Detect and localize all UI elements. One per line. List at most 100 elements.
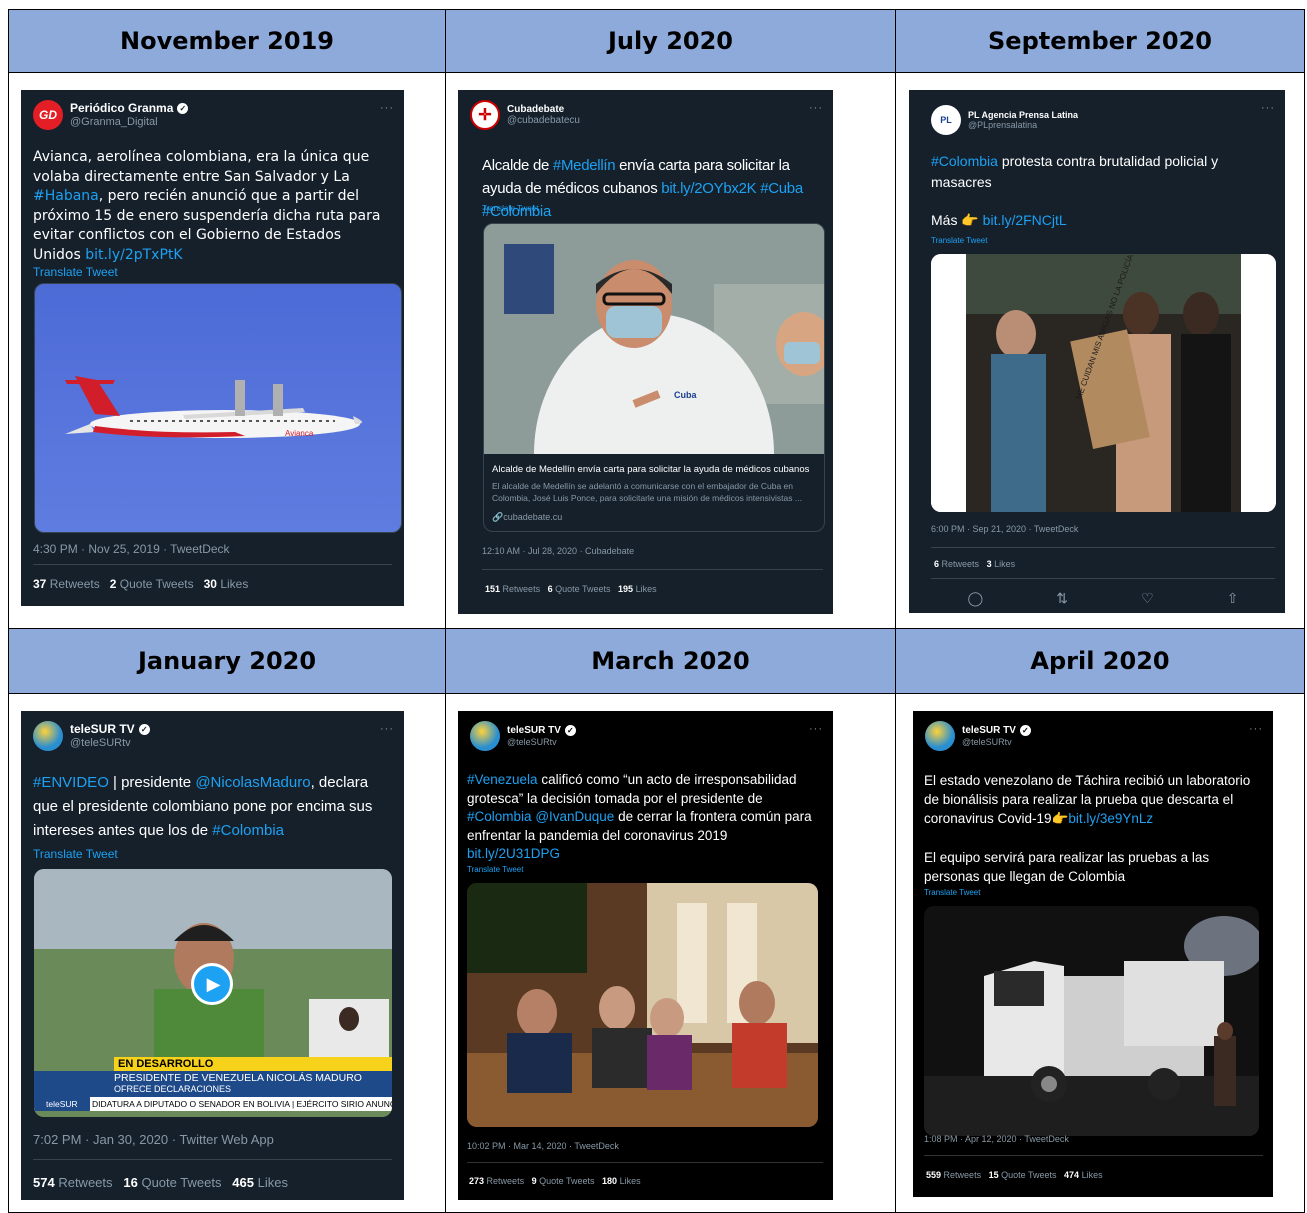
tweet-timestamp[interactable]: 4:30 PM · Nov 25, 2019 · TweetDeck bbox=[33, 542, 230, 556]
more-icon[interactable]: ··· bbox=[380, 102, 394, 114]
hashtag-link[interactable]: #Medellín bbox=[553, 157, 616, 174]
quotes-label[interactable]: Quote Tweets bbox=[555, 584, 610, 594]
likes-label[interactable]: Likes bbox=[1082, 1170, 1103, 1180]
tweet-timestamp[interactable]: 6:00 PM · Sep 21, 2020 · TweetDeck bbox=[931, 524, 1078, 534]
like-count[interactable]: 3 bbox=[987, 559, 992, 569]
likes-label[interactable]: Likes bbox=[220, 577, 248, 591]
hashtag-link[interactable]: #Colombia bbox=[212, 822, 284, 839]
handle[interactable]: @Granma_Digital bbox=[70, 116, 188, 129]
like-count[interactable]: 180 bbox=[602, 1176, 617, 1186]
display-name[interactable]: Periódico Granma bbox=[70, 101, 173, 116]
tweet-timestamp[interactable]: 10:02 PM · Mar 14, 2020 · TweetDeck bbox=[467, 1141, 619, 1151]
quotes-label[interactable]: Quote Tweets bbox=[141, 1175, 221, 1190]
retweets-label[interactable]: Retweets bbox=[944, 1170, 982, 1180]
avatar[interactable]: GD bbox=[33, 100, 63, 130]
more-icon[interactable]: ··· bbox=[809, 723, 823, 735]
retweets-label[interactable]: Retweets bbox=[487, 1176, 525, 1186]
retweet-count[interactable]: 559 bbox=[926, 1170, 941, 1180]
more-icon[interactable]: ··· bbox=[1261, 102, 1275, 114]
share-icon[interactable]: ⇧ bbox=[1227, 590, 1239, 607]
quotes-label[interactable]: Quote Tweets bbox=[539, 1176, 594, 1186]
display-name[interactable]: teleSUR TV bbox=[962, 725, 1016, 737]
hashtag-link[interactable]: #Habana bbox=[33, 188, 99, 204]
likes-label[interactable]: Likes bbox=[636, 584, 657, 594]
quotes-label[interactable]: Quote Tweets bbox=[1001, 1170, 1056, 1180]
play-button[interactable]: ▶ bbox=[191, 963, 233, 1005]
tweet-timestamp[interactable]: 12:10 AM · Jul 28, 2020 · Cubadebate bbox=[482, 546, 634, 556]
tweet-media-meeting[interactable] bbox=[467, 883, 818, 1127]
likes-label[interactable]: Likes bbox=[994, 559, 1015, 569]
retweet-count[interactable]: 574 bbox=[33, 1175, 55, 1190]
card-title[interactable]: Alcalde de Medellín envía carta para sol… bbox=[492, 464, 816, 475]
reply-icon[interactable]: ◯ bbox=[968, 590, 984, 607]
more-icon[interactable]: ··· bbox=[809, 102, 823, 114]
handle[interactable]: @teleSURtv bbox=[70, 737, 150, 750]
tweet-media-protest[interactable]: ME CUIDAN MIS AMIGAS NO LA POLICÍA bbox=[931, 254, 1276, 512]
translate-tweet-link[interactable]: Translate Tweet bbox=[33, 265, 118, 279]
retweets-label[interactable]: Retweets bbox=[503, 584, 541, 594]
translate-tweet-link[interactable]: Translate Tweet bbox=[482, 204, 538, 213]
retweets-label[interactable]: Retweets bbox=[942, 559, 980, 569]
quote-count[interactable]: 2 bbox=[110, 577, 117, 591]
display-name[interactable]: PL Agencia Prensa Latina bbox=[968, 110, 1078, 120]
handle[interactable]: @teleSURtv bbox=[962, 737, 1031, 747]
short-link[interactable]: bit.ly/2U31DPG bbox=[467, 846, 560, 861]
tweet-media-plane[interactable]: Avianca bbox=[34, 283, 402, 533]
handle[interactable]: @cubadebatecu bbox=[507, 115, 580, 127]
short-link[interactable]: bit.ly/3e9YnLz bbox=[1068, 811, 1153, 826]
quotes-label[interactable]: Quote Tweets bbox=[120, 577, 194, 591]
translate-tweet-link[interactable]: Translate Tweet bbox=[33, 847, 118, 861]
avatar[interactable] bbox=[925, 721, 955, 751]
avatar[interactable] bbox=[33, 721, 63, 751]
tweet-card-cubadebate[interactable]: ✛ Cubadebate @cubadebatecu ··· Alcalde d… bbox=[458, 90, 833, 614]
translate-tweet-link[interactable]: Translate Tweet bbox=[924, 888, 980, 897]
quote-count[interactable]: 15 bbox=[989, 1170, 999, 1180]
likes-label[interactable]: Likes bbox=[258, 1175, 288, 1190]
short-link[interactable]: bit.ly/2OYbx2K bbox=[661, 180, 756, 197]
mention-link[interactable]: @NicolasMaduro bbox=[195, 774, 310, 791]
like-count[interactable]: 465 bbox=[232, 1175, 254, 1190]
retweet-count[interactable]: 6 bbox=[934, 559, 939, 569]
short-link[interactable]: bit.ly/2FNCjtL bbox=[983, 212, 1067, 228]
tweet-timestamp[interactable]: 1:08 PM · Apr 12, 2020 · TweetDeck bbox=[924, 1134, 1069, 1144]
display-name[interactable]: teleSUR TV bbox=[507, 725, 561, 737]
tweet-timestamp[interactable]: 7:02 PM · Jan 30, 2020 · Twitter Web App bbox=[33, 1132, 274, 1147]
hashtag-link[interactable]: #Cuba bbox=[760, 180, 803, 197]
more-icon[interactable]: ··· bbox=[380, 723, 394, 735]
retweet-count[interactable]: 151 bbox=[485, 584, 500, 594]
tweet-card-telesur-april[interactable]: teleSUR TV ✓ @teleSURtv ··· El estado ven… bbox=[913, 711, 1273, 1197]
quote-count[interactable]: 6 bbox=[548, 584, 553, 594]
tweet-card-prensa-latina[interactable]: PL PL Agencia Prensa Latina @PLprensalat… bbox=[909, 90, 1285, 613]
like-count[interactable]: 30 bbox=[204, 577, 217, 591]
translate-tweet-link[interactable]: Translate Tweet bbox=[931, 236, 987, 245]
link-preview-card[interactable]: Cuba Alcalde de Medellín envía carta par… bbox=[483, 223, 825, 532]
quote-count[interactable]: 16 bbox=[123, 1175, 137, 1190]
hashtag-link[interactable]: #ENVIDEO bbox=[33, 774, 109, 791]
more-icon[interactable]: ··· bbox=[1249, 723, 1263, 735]
avatar[interactable] bbox=[470, 721, 500, 751]
quote-count[interactable]: 9 bbox=[532, 1176, 537, 1186]
short-link[interactable]: bit.ly/2pTxPtK bbox=[85, 247, 182, 263]
hashtag-link[interactable]: #Colombia bbox=[931, 153, 998, 169]
handle[interactable]: @PLprensalatina bbox=[968, 120, 1078, 130]
tweet-media-truck[interactable] bbox=[924, 906, 1259, 1136]
retweets-label[interactable]: Retweets bbox=[58, 1175, 112, 1190]
retweet-count[interactable]: 273 bbox=[469, 1176, 484, 1186]
tweet-media-video[interactable]: ▶ EN DESARROLLO PRESIDENTE DE VENEZUELA … bbox=[34, 869, 392, 1117]
likes-label[interactable]: Likes bbox=[620, 1176, 641, 1186]
translate-tweet-link[interactable]: Translate Tweet bbox=[467, 865, 523, 874]
like-icon[interactable]: ♡ bbox=[1141, 590, 1154, 607]
like-count[interactable]: 474 bbox=[1064, 1170, 1079, 1180]
retweets-label[interactable]: Retweets bbox=[50, 577, 100, 591]
like-count[interactable]: 195 bbox=[618, 584, 633, 594]
hashtag-link[interactable]: #Colombia bbox=[467, 809, 532, 824]
avatar[interactable]: PL bbox=[931, 105, 961, 135]
mention-link[interactable]: @IvanDuque bbox=[535, 809, 614, 824]
tweet-card-granma[interactable]: GD Periódico Granma ✓ @Granma_Digital ···… bbox=[21, 90, 404, 606]
handle[interactable]: @teleSURtv bbox=[507, 737, 576, 747]
retweet-count[interactable]: 37 bbox=[33, 577, 46, 591]
card-domain[interactable]: 🔗cubadebate.cu bbox=[492, 512, 816, 523]
display-name[interactable]: Cubadebate bbox=[507, 104, 580, 116]
tweet-card-telesur-january[interactable]: teleSUR TV ✓ @teleSURtv ··· #ENVIDEO | pr… bbox=[21, 711, 404, 1200]
retweet-icon[interactable]: ⇅ bbox=[1056, 590, 1068, 607]
